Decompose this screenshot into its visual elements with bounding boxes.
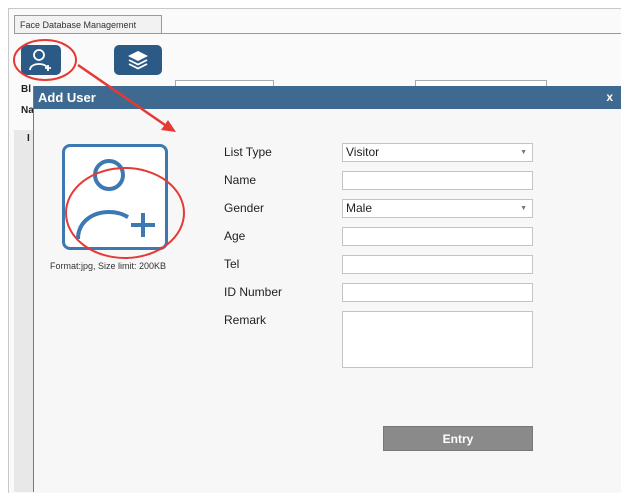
list-type-label: List Type: [224, 145, 272, 159]
remark-textarea[interactable]: [342, 311, 533, 368]
photo-upload-box[interactable]: [62, 144, 168, 250]
add-user-icon: [29, 49, 51, 71]
add-user-button[interactable]: [21, 45, 61, 75]
layers-button[interactable]: [114, 45, 162, 75]
dialog-titlebar: Add User x: [34, 86, 621, 109]
name-field[interactable]: [342, 171, 533, 190]
id-number-label: ID Number: [224, 285, 283, 299]
gender-value: Male: [346, 201, 373, 215]
dialog-title: Add User: [38, 90, 96, 105]
tab-divider: [14, 33, 621, 34]
age-field[interactable]: [342, 227, 533, 246]
tel-field[interactable]: [342, 255, 533, 274]
tab-face-database-management[interactable]: Face Database Management: [14, 15, 162, 33]
list-type-value: Visitor: [346, 145, 380, 159]
background-label: Bl: [21, 84, 31, 95]
entry-button[interactable]: Entry: [383, 426, 533, 451]
tel-label: Tel: [224, 257, 240, 271]
chevron-down-icon: ▼: [520, 205, 527, 212]
gender-select[interactable]: Male ▼: [342, 199, 533, 218]
age-label: Age: [224, 229, 246, 243]
background-label: I: [27, 133, 30, 144]
background-table-column: [14, 130, 35, 492]
remark-label: Remark: [224, 313, 267, 327]
add-user-dialog: Add User x Format:jpg, Size limit: 200KB…: [33, 86, 621, 492]
gender-label: Gender: [224, 201, 265, 215]
name-label: Name: [224, 173, 257, 187]
close-button[interactable]: x: [606, 86, 613, 109]
list-type-select[interactable]: Visitor ▼: [342, 143, 533, 162]
layers-icon: [128, 51, 148, 70]
background-label: Na: [21, 105, 34, 116]
chevron-down-icon: ▼: [520, 149, 527, 156]
add-user-icon: [76, 159, 160, 242]
id-number-field[interactable]: [342, 283, 533, 302]
photo-format-hint: Format:jpg, Size limit: 200KB: [50, 261, 167, 271]
